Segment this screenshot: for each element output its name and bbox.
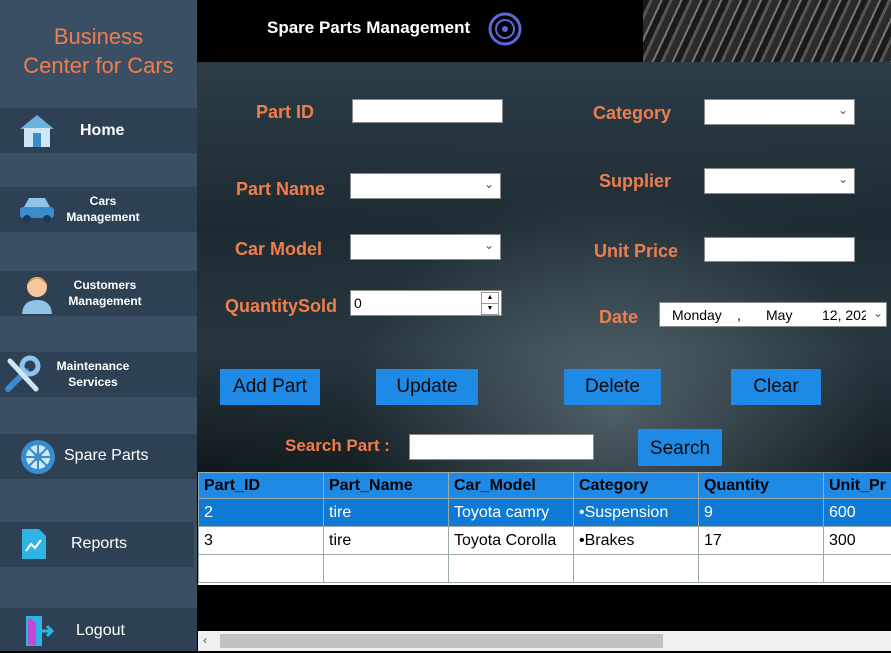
scroll-left-icon[interactable]: ‹ — [203, 633, 207, 647]
chevron-down-icon: ⌄ — [484, 177, 494, 191]
category-select[interactable]: ⌄ — [704, 99, 855, 125]
chevron-down-icon: ⌄ — [838, 103, 848, 117]
part-id-input[interactable] — [352, 99, 503, 123]
table-new-row[interactable] — [199, 555, 891, 583]
table-cell[interactable] — [574, 555, 699, 583]
tools-icon — [2, 355, 42, 400]
table-cell[interactable]: 600 — [824, 499, 891, 527]
table-cell[interactable] — [449, 555, 574, 583]
table-cell[interactable]: Toyota camry — [449, 499, 574, 527]
brand-line-1: Business — [0, 22, 197, 51]
sidebar-item-label: Maintenance Services — [48, 358, 138, 390]
add-part-button[interactable]: Add Part — [220, 369, 320, 405]
table-cell[interactable] — [824, 555, 891, 583]
quantity-sold-label: QuantitySold — [225, 296, 337, 317]
date-day: Monday — [672, 307, 722, 323]
horizontal-scrollbar[interactable]: ‹ — [198, 631, 891, 651]
sidebar-item-customers[interactable]: Customers Management — [0, 271, 197, 316]
supplier-label: Supplier — [599, 171, 671, 192]
search-input[interactable] — [409, 434, 594, 460]
sidebar: Business Center for Cars Home Cars Manag… — [0, 0, 197, 651]
unit-price-input[interactable] — [704, 237, 855, 262]
table-cell[interactable]: 3 — [199, 527, 324, 555]
chevron-down-icon: ⌄ — [484, 238, 494, 252]
date-daynum: 12, 202 — [822, 307, 866, 323]
sidebar-item-label: Spare Parts — [64, 447, 148, 465]
chevron-down-icon: ⌄ — [838, 172, 848, 186]
logout-icon — [22, 614, 54, 653]
scrollbar-thumb[interactable] — [220, 634, 663, 648]
part-name-label: Part Name — [236, 179, 325, 200]
column-header[interactable]: Quantity — [699, 473, 824, 499]
report-icon — [20, 527, 48, 566]
table-cell[interactable]: •Suspension — [574, 499, 699, 527]
table-cell[interactable]: 17 — [699, 527, 824, 555]
column-header[interactable]: Part_Name — [324, 473, 449, 499]
column-header[interactable]: Car_Model — [449, 473, 574, 499]
page-title: Spare Parts Management — [267, 18, 470, 38]
search-label: Search Part : — [285, 436, 390, 456]
gear-wheel-icon — [488, 12, 522, 51]
parts-table[interactable]: Part_ID Part_Name Car_Model Category Qua… — [198, 472, 891, 585]
car-icon — [18, 195, 56, 230]
table-cell[interactable] — [699, 555, 824, 583]
user-icon — [20, 274, 54, 319]
column-header[interactable]: Unit_Pr — [824, 473, 891, 499]
unit-price-label: Unit Price — [594, 241, 678, 262]
category-label: Category — [593, 103, 671, 124]
tire-banner-image — [643, 0, 891, 62]
sidebar-item-reports[interactable]: Reports — [0, 522, 194, 567]
clear-button[interactable]: Clear — [731, 369, 821, 405]
sidebar-item-cars[interactable]: Cars Management — [0, 187, 197, 232]
home-icon — [18, 113, 56, 154]
table-cell[interactable]: tire — [324, 527, 449, 555]
table-cell[interactable]: •Brakes — [574, 527, 699, 555]
column-header[interactable]: Category — [574, 473, 699, 499]
sidebar-item-label: Logout — [76, 622, 125, 640]
part-name-select[interactable]: ⌄ — [350, 173, 501, 199]
car-model-label: Car Model — [235, 239, 322, 260]
table-header-row: Part_ID Part_Name Car_Model Category Qua… — [199, 473, 891, 499]
sidebar-item-maintenance[interactable]: Maintenance Services — [0, 352, 197, 397]
date-month: May — [766, 307, 792, 323]
table-cell[interactable] — [324, 555, 449, 583]
date-picker[interactable]: Monday , May 12, 202 ⌄ — [659, 302, 887, 327]
brand-title: Business Center for Cars — [0, 22, 197, 80]
update-button[interactable]: Update — [376, 369, 478, 405]
date-separator: , — [737, 307, 741, 323]
table-row[interactable]: 2 tire Toyota camry •Suspension 9 600 — [199, 499, 891, 527]
supplier-select[interactable]: ⌄ — [704, 168, 855, 194]
date-label: Date — [599, 307, 638, 328]
table-cell[interactable] — [199, 555, 324, 583]
column-header[interactable]: Part_ID — [199, 473, 324, 499]
header: Spare Parts Management — [197, 0, 891, 62]
chevron-down-icon: ⌄ — [873, 306, 883, 320]
sidebar-item-label: Reports — [71, 535, 127, 553]
sidebar-item-home[interactable]: Home — [0, 108, 197, 153]
brand-line-2: Center for Cars — [0, 51, 197, 80]
quantity-sold-value: 0 — [354, 295, 362, 311]
sidebar-item-label: Cars Management — [58, 193, 148, 225]
table-cell[interactable]: 9 — [699, 499, 824, 527]
table-cell[interactable]: 2 — [199, 499, 324, 527]
table-cell[interactable]: Toyota Corolla — [449, 527, 574, 555]
sidebar-item-label: Customers Management — [60, 277, 150, 309]
delete-button[interactable]: Delete — [564, 369, 661, 405]
sidebar-item-label: Home — [80, 122, 124, 140]
search-button[interactable]: Search — [638, 429, 722, 466]
sidebar-item-logout[interactable]: Logout — [0, 608, 197, 651]
table-cell[interactable]: tire — [324, 499, 449, 527]
part-id-label: Part ID — [256, 102, 314, 123]
stepper-down-icon[interactable]: ▼ — [481, 303, 499, 315]
sidebar-item-spare-parts[interactable]: Spare Parts — [0, 434, 197, 479]
car-model-select[interactable]: ⌄ — [350, 234, 501, 260]
quantity-sold-stepper[interactable]: 0 ▲ ▼ — [350, 290, 502, 316]
table-row[interactable]: 3 tire Toyota Corolla •Brakes 17 300 — [199, 527, 891, 555]
wheel-icon — [19, 438, 57, 481]
table-cell[interactable]: 300 — [824, 527, 891, 555]
